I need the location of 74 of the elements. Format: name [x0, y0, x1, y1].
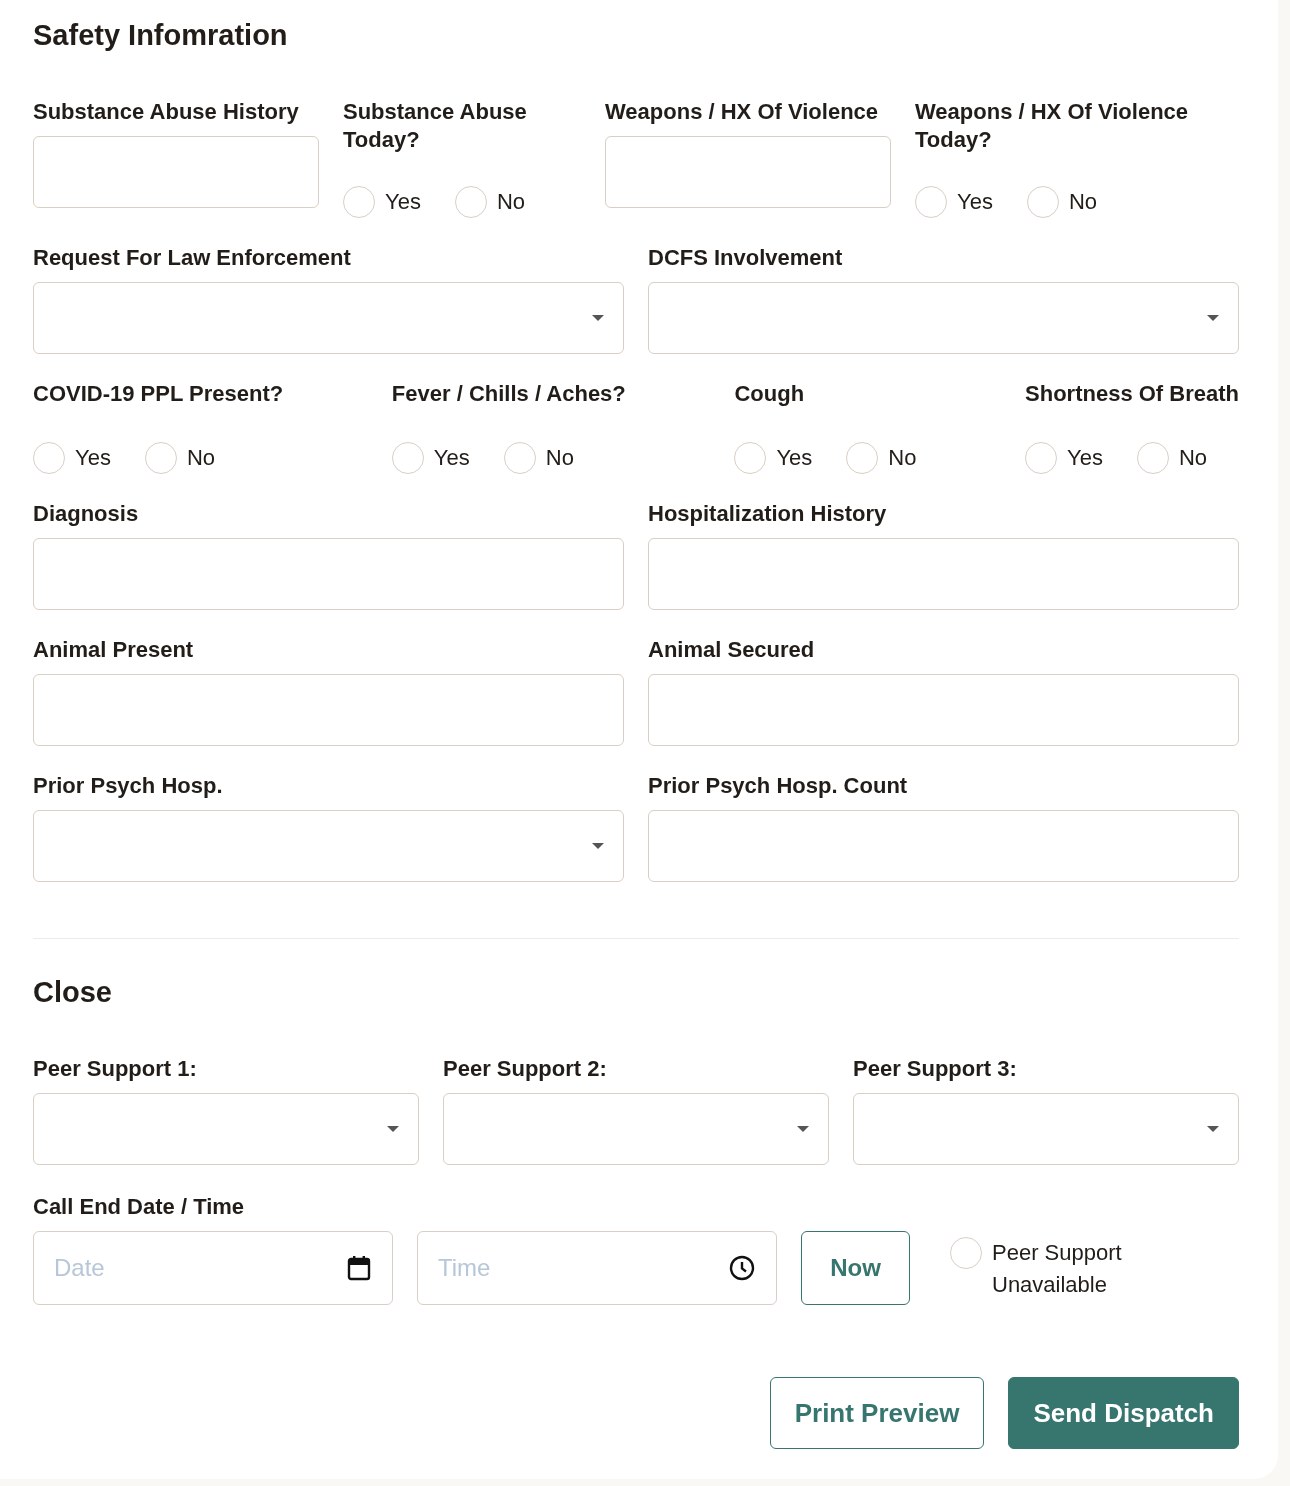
radio-button[interactable] — [343, 186, 375, 218]
field-label: Substance Abuse Today? — [343, 98, 528, 154]
select-field[interactable] — [33, 282, 624, 354]
radio-label: No — [496, 188, 525, 216]
text-field[interactable] — [605, 136, 891, 208]
field-label: COVID-19 PPL Present? — [33, 380, 284, 408]
calendar-icon — [347, 1255, 371, 1281]
text-field[interactable] — [33, 538, 624, 610]
field-label: Prior Psych Hosp. Count — [648, 772, 909, 800]
radio-label: Yes — [957, 188, 993, 216]
radio-label: No — [545, 444, 574, 472]
primary-button[interactable]: Send Dispatch — [1008, 1377, 1239, 1449]
radio-button[interactable] — [1026, 186, 1059, 218]
radio-button[interactable] — [1025, 442, 1058, 474]
field-label: Call End Date / Time — [33, 1193, 246, 1221]
field-label: Peer Support 1: — [33, 1055, 198, 1083]
field-label: Substance Abuse History — [33, 98, 300, 126]
select-field[interactable] — [443, 1093, 829, 1165]
field-label: Peer Support 2: — [443, 1055, 608, 1083]
secondary-button[interactable]: Print Preview — [769, 1377, 985, 1449]
text-field[interactable] — [648, 810, 1239, 882]
radio-button[interactable] — [915, 186, 947, 218]
field-label: Prior Psych Hosp. — [33, 772, 224, 800]
field-label: Fever / Chills / Aches? — [391, 380, 626, 408]
field-label: DCFS Involvement — [648, 244, 844, 272]
field-label: Weapons / HX Of Violence — [605, 98, 880, 126]
text-field[interactable] — [648, 538, 1239, 610]
radio-button[interactable] — [950, 1237, 982, 1269]
radio-label: No — [1068, 188, 1097, 216]
radio-label: No — [1178, 444, 1208, 472]
text-field[interactable] — [33, 674, 624, 746]
date-field[interactable]: Date — [33, 1231, 393, 1305]
radio-button[interactable] — [1136, 442, 1169, 474]
text-field[interactable] — [648, 674, 1239, 746]
field-label: Diagnosis — [33, 500, 140, 528]
clock-icon — [729, 1255, 755, 1281]
select-field[interactable] — [33, 810, 624, 882]
radio-label: No — [186, 444, 215, 472]
caret-icon — [796, 1125, 810, 1133]
field-label: Request For Law Enforcement — [33, 244, 352, 272]
caret-icon — [1206, 314, 1220, 322]
select-field[interactable] — [853, 1093, 1239, 1165]
field-label: Peer Support 3: — [853, 1055, 1018, 1083]
field-label: Shortness Of Breath — [1025, 380, 1239, 408]
section-title: Safety Infomration — [33, 18, 289, 52]
radio-label: Yes — [776, 444, 813, 472]
radio-label: Yes — [385, 188, 421, 216]
field-label: Animal Present — [33, 636, 195, 664]
radio-label: Yes — [433, 444, 470, 472]
radio-button[interactable] — [454, 186, 487, 218]
now-button[interactable]: Now — [801, 1231, 910, 1305]
radio-label: Peer Support Unavailable — [992, 1239, 1123, 1299]
text-field[interactable] — [33, 136, 319, 208]
time-field[interactable]: Time — [417, 1231, 777, 1305]
radio-button[interactable] — [33, 442, 65, 474]
caret-icon — [386, 1125, 400, 1133]
field-label: Weapons / HX Of Violence Today? — [915, 98, 1190, 154]
radio-button[interactable] — [846, 442, 879, 474]
field-label: Hospitalization History — [648, 500, 888, 528]
radio-button[interactable] — [144, 442, 177, 474]
radio-button[interactable] — [503, 442, 536, 474]
field-label: Animal Secured — [648, 636, 816, 664]
select-field[interactable] — [33, 1093, 419, 1165]
radio-button[interactable] — [391, 442, 424, 474]
select-field[interactable] — [648, 282, 1239, 354]
caret-icon — [1206, 1125, 1220, 1133]
section-title: Close — [33, 975, 113, 1009]
field-label: Cough — [734, 380, 806, 408]
caret-icon — [591, 842, 605, 850]
radio-label: Yes — [1067, 444, 1103, 472]
caret-icon — [591, 314, 605, 322]
radio-button[interactable] — [734, 442, 767, 474]
radio-label: Yes — [75, 444, 111, 472]
radio-label: No — [888, 444, 917, 472]
